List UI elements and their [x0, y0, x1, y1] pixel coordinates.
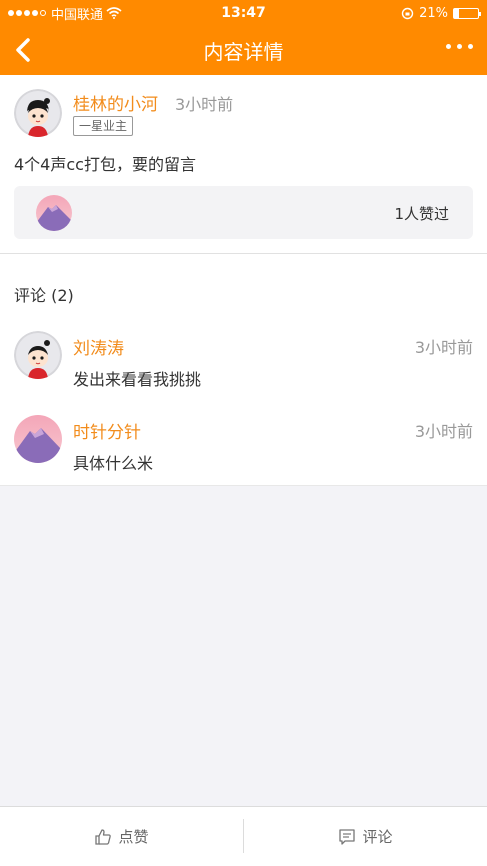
cartoon-girl-avatar-icon [14, 331, 62, 379]
post-card: 桂林的小河 3小时前 一星业主 4个4声cc打包，要的留言 1人赞过 [0, 75, 487, 254]
comment-avatar[interactable] [14, 331, 62, 379]
author-avatar[interactable] [14, 89, 62, 137]
comment-avatar[interactable] [14, 415, 62, 463]
like-count: 1人赞过 [394, 205, 449, 223]
battery-icon [453, 7, 481, 19]
post-time: 3小时前 [175, 95, 234, 114]
post-content: 4个4声cc打包，要的留言 [14, 155, 196, 174]
owner-level-badge: 一星业主 [73, 116, 134, 136]
comment-time: 3小时前 [414, 338, 473, 357]
status-bar: 中国联通 13:47 21% [0, 0, 487, 26]
comment-author-name[interactable]: 时针分针 [73, 418, 141, 443]
app-header: 中国联通 13:47 21% 内容详情 [0, 0, 487, 75]
thumbs-up-icon [95, 828, 112, 845]
comment-button[interactable]: 评论 [244, 807, 487, 866]
more-dots-icon[interactable] [446, 44, 473, 49]
page-title: 内容详情 [203, 40, 284, 64]
comment-button-label: 评论 [362, 828, 393, 846]
like-button-label: 点赞 [118, 828, 149, 846]
status-right: 21% [401, 5, 481, 21]
comment-time: 3小时前 [414, 422, 473, 441]
carrier-label: 中国联通 [51, 7, 104, 23]
wifi-icon [106, 7, 122, 19]
mountain-avatar-icon [14, 415, 62, 463]
comment-icon [339, 828, 356, 845]
comment-item: 时针分针 3小时前 具体什么米 [0, 415, 487, 485]
comment-text: 发出来看看我挑挑 [73, 370, 202, 389]
battery-percent: 21% [419, 5, 448, 21]
status-time: 13:47 [221, 5, 266, 21]
mountain-avatar-icon [36, 195, 72, 231]
bottom-action-bar: 点赞 评论 [0, 806, 487, 866]
comments-section: 评论 (2) 刘涛涛 3小时前 发出来看看我挑挑 时针分针 3小时前 具体什么米 [0, 254, 487, 486]
comment-item: 刘涛涛 3小时前 发出来看看我挑挑 [0, 331, 487, 401]
liker-avatar[interactable] [36, 195, 72, 231]
cartoon-girl-avatar-icon [14, 89, 62, 137]
comments-title: 评论 (2) [14, 286, 74, 305]
like-button[interactable]: 点赞 [0, 807, 243, 866]
comment-text: 具体什么米 [73, 454, 154, 473]
likes-summary[interactable]: 1人赞过 [14, 186, 473, 239]
nav-bar: 内容详情 [0, 26, 487, 75]
rotation-lock-icon [401, 7, 414, 19]
post-author-name[interactable]: 桂林的小河 [73, 90, 158, 115]
battery-fill [454, 8, 460, 18]
status-left: 中国联通 [8, 4, 122, 23]
comment-author-name[interactable]: 刘涛涛 [73, 334, 124, 359]
signal-icon [8, 10, 46, 16]
